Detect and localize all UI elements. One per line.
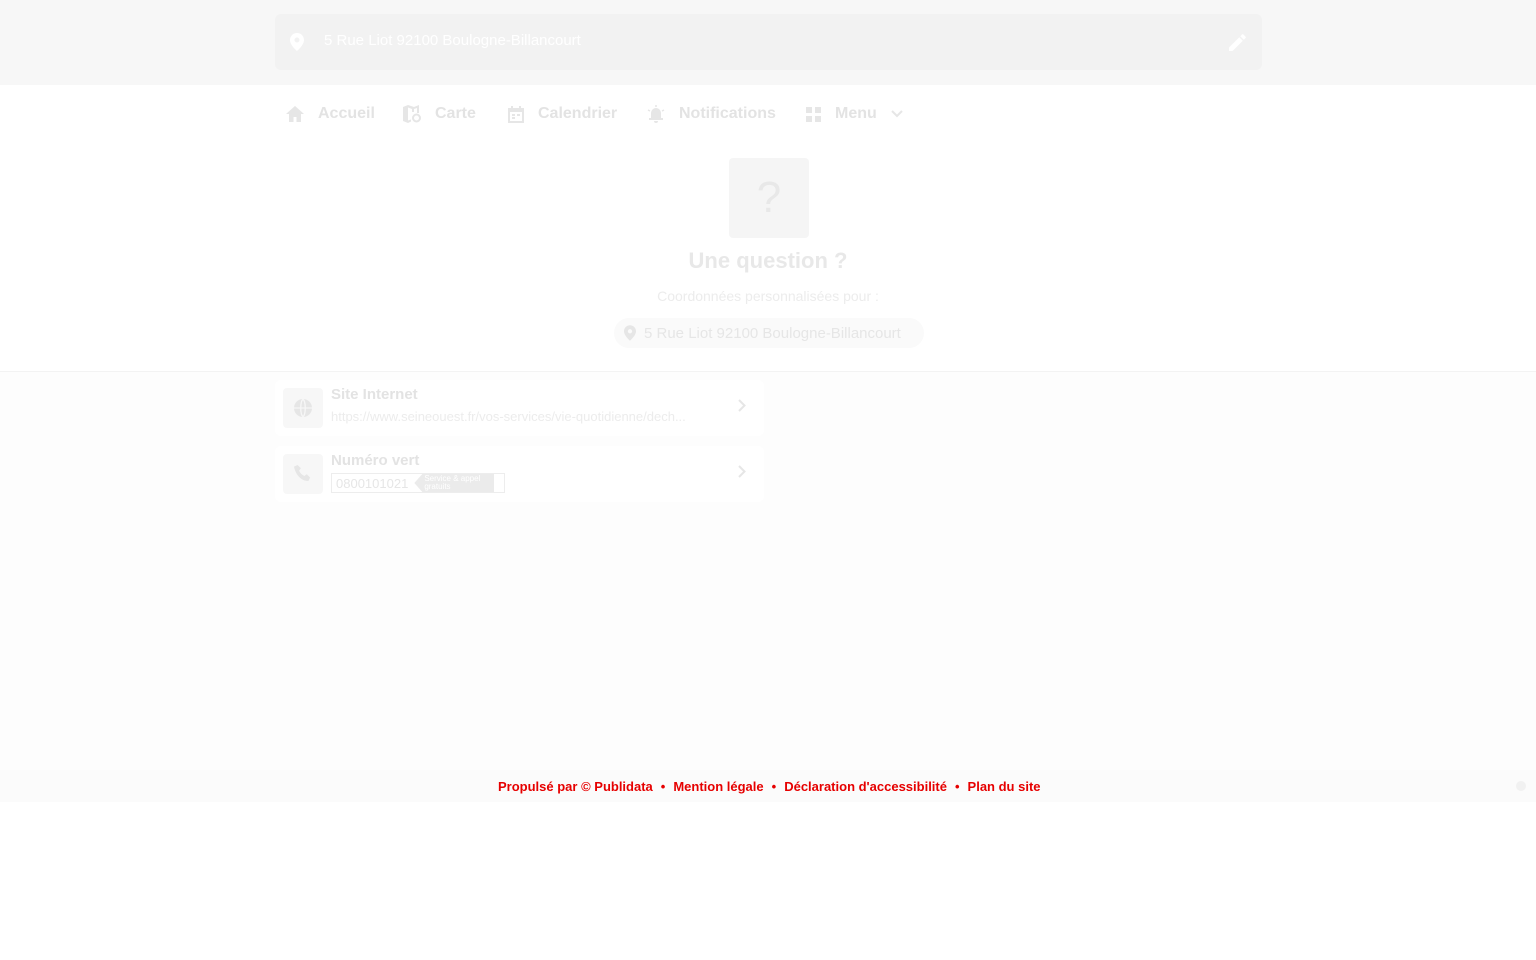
nav-label: Menu <box>835 105 877 122</box>
nav-item-notifications[interactable]: Notifications <box>647 103 776 125</box>
nav-item-accueil[interactable]: Accueil <box>286 103 375 125</box>
chevron-right-icon <box>738 465 746 478</box>
website-card[interactable]: Site Internet https://www.seineouest.fr/… <box>275 380 764 436</box>
card-title: Numéro vert <box>331 452 420 469</box>
footer-separator: • <box>954 778 960 794</box>
free-call-tag: Service & appel gratuits <box>414 474 495 492</box>
nav-label: Carte <box>435 105 476 122</box>
address-chip-text: 5 Rue Liot 92100 Boulogne-Billancourt <box>644 324 901 342</box>
footer-link-publidata[interactable]: Propulsé par © Publidata <box>498 779 653 794</box>
nav-item-menu[interactable]: Menu <box>806 103 903 125</box>
footer-separator: • <box>660 778 666 794</box>
footer-link-plan-du-site[interactable]: Plan du site <box>968 779 1041 794</box>
pencil-icon[interactable] <box>1229 34 1246 51</box>
card-title: Site Internet <box>331 386 418 403</box>
green-number-card[interactable]: Numéro vert 0800101021 Service & appel g… <box>275 446 764 502</box>
main-nav: Accueil Carte Calendrier Notifications M… <box>0 85 1536 141</box>
phone-icon <box>283 454 323 494</box>
nav-label: Accueil <box>318 105 375 122</box>
footer: Propulsé par © Publidata • Mention légal… <box>0 770 1536 802</box>
calendar-icon <box>508 105 524 123</box>
chevron-down-icon <box>891 110 903 118</box>
content-area: Site Internet https://www.seineouest.fr/… <box>0 372 1536 770</box>
map-pin-icon <box>624 325 636 341</box>
footer-separator: • <box>771 778 777 794</box>
footer-link-accessibilite[interactable]: Déclaration d'accessibilité <box>784 779 947 794</box>
footer-links: Propulsé par © Publidata • Mention légal… <box>498 778 1041 794</box>
question-subtitle: Coordonnées personnalisées pour : <box>657 288 879 304</box>
header: 5 Rue Liot 92100 Boulogne-Billancourt <box>0 0 1536 86</box>
question-title: Une question ? <box>688 248 848 273</box>
footer-link-mention-legale[interactable]: Mention légale <box>673 779 763 794</box>
chevron-right-icon <box>738 399 746 412</box>
nav-label: Notifications <box>679 105 776 122</box>
bell-alert-icon <box>647 105 665 123</box>
website-url[interactable]: https://www.seineouest.fr/vos-services/v… <box>331 409 721 424</box>
nav-item-calendrier[interactable]: Calendrier <box>508 103 617 125</box>
footer-dot <box>1516 781 1526 791</box>
question-mark-icon: ? <box>729 158 809 238</box>
phone-number: 0800101021 <box>336 475 409 491</box>
address-chip: 5 Rue Liot 92100 Boulogne-Billancourt <box>614 318 924 348</box>
globe-icon <box>283 388 323 428</box>
map-pin-icon <box>290 33 304 51</box>
address-text: 5 Rue Liot 92100 Boulogne-Billancourt <box>324 32 581 49</box>
question-panel: ? Une question ? Coordonnées personnalis… <box>0 140 1536 372</box>
nav-label: Calendrier <box>538 105 618 122</box>
map-icon <box>403 105 421 123</box>
address-bar[interactable]: 5 Rue Liot 92100 Boulogne-Billancourt <box>275 14 1262 70</box>
grid-icon <box>806 106 821 122</box>
home-icon <box>286 106 304 122</box>
nav-item-carte[interactable]: Carte <box>403 103 476 125</box>
green-number-badge[interactable]: 0800101021 Service & appel gratuits <box>331 473 505 493</box>
